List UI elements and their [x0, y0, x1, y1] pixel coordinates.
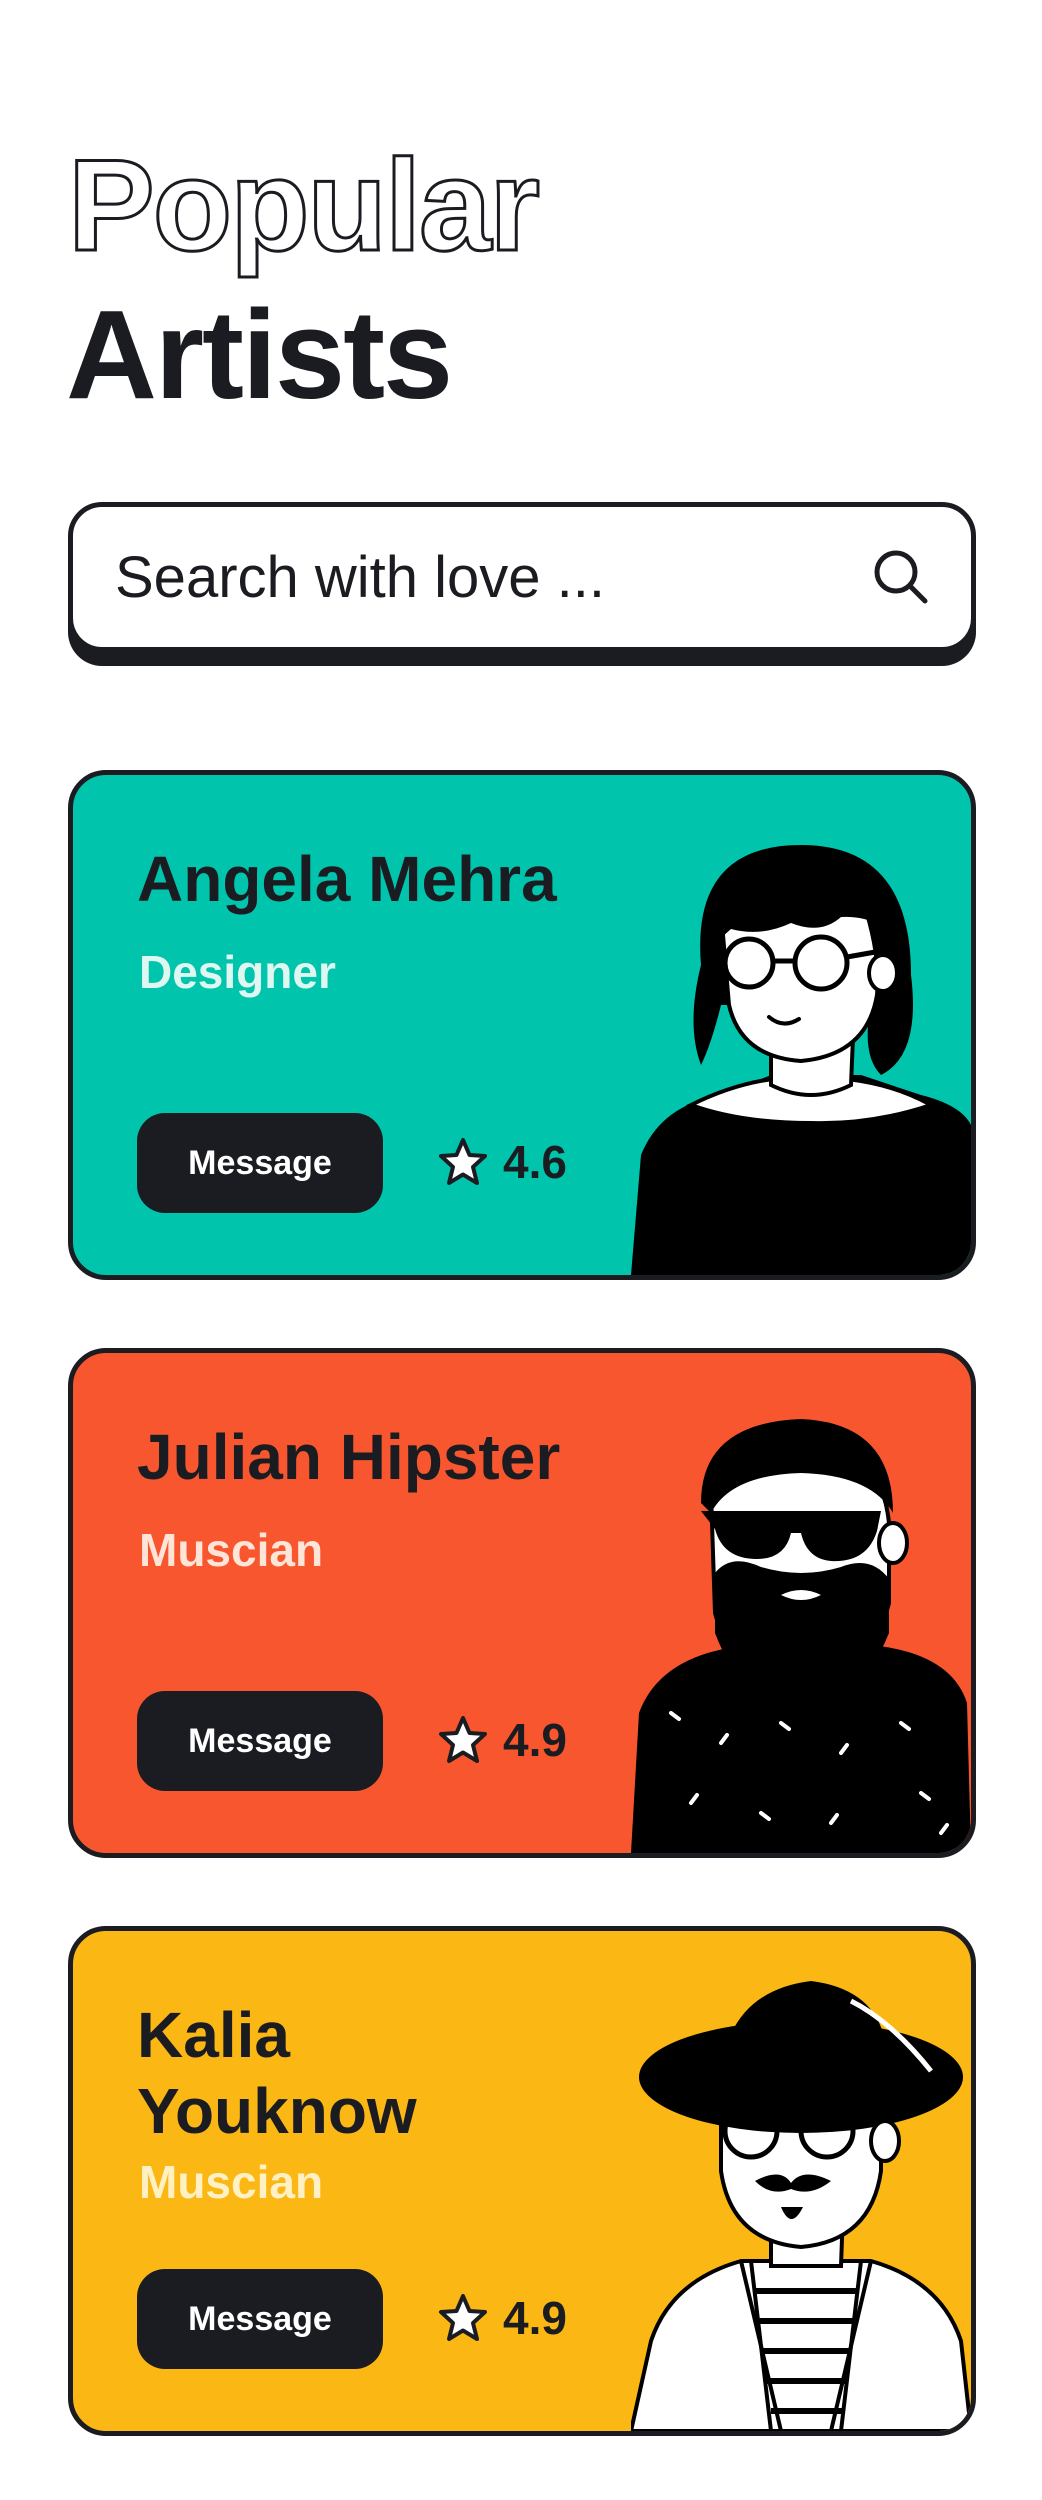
- page-title-line2: Artists: [66, 284, 453, 425]
- popular-artists-screen: Popular Artists Search with love ... Ang…: [0, 0, 1042, 2500]
- man-with-hat-avatar: [631, 1981, 971, 2431]
- artist-role: Muscian: [139, 1524, 324, 1576]
- artist-card[interactable]: Julian Hipster Muscian Message 4.9: [68, 1348, 976, 1858]
- search-input[interactable]: Search with love ...: [115, 544, 605, 611]
- message-button[interactable]: Message: [137, 1113, 383, 1213]
- artist-rating: 4.6: [437, 1135, 567, 1189]
- rating-value: 4.9: [503, 2292, 567, 2344]
- star-icon: [439, 2294, 487, 2341]
- search-icon[interactable]: [869, 545, 933, 609]
- artist-card[interactable]: Kalia Youknow Muscian Message 4.9: [68, 1926, 976, 2436]
- artist-rating: 4.9: [437, 1713, 567, 1767]
- star-icon: [439, 1716, 487, 1763]
- woman-with-glasses-avatar: [631, 845, 971, 1275]
- artist-role: Designer: [139, 946, 336, 998]
- page-title-line1: Popular: [67, 132, 542, 278]
- artist-name: Julian Hipster: [137, 1421, 561, 1493]
- rating-value: 4.9: [503, 1714, 567, 1766]
- message-button[interactable]: Message: [137, 2269, 383, 2369]
- artist-rating: 4.9: [437, 2291, 567, 2345]
- artist-card[interactable]: Angela Mehra Designer Message 4.6: [68, 770, 976, 1280]
- artist-name: Kalia Youknow: [137, 1999, 417, 2147]
- message-button[interactable]: Message: [137, 1691, 383, 1791]
- search-bar[interactable]: Search with love ...: [68, 502, 976, 652]
- bearded-man-sunglasses-avatar: [631, 1419, 971, 1853]
- star-icon: [439, 1138, 487, 1185]
- artist-role: Muscian: [139, 2156, 324, 2208]
- artist-name: Angela Mehra: [137, 843, 557, 915]
- rating-value: 4.6: [503, 1136, 567, 1188]
